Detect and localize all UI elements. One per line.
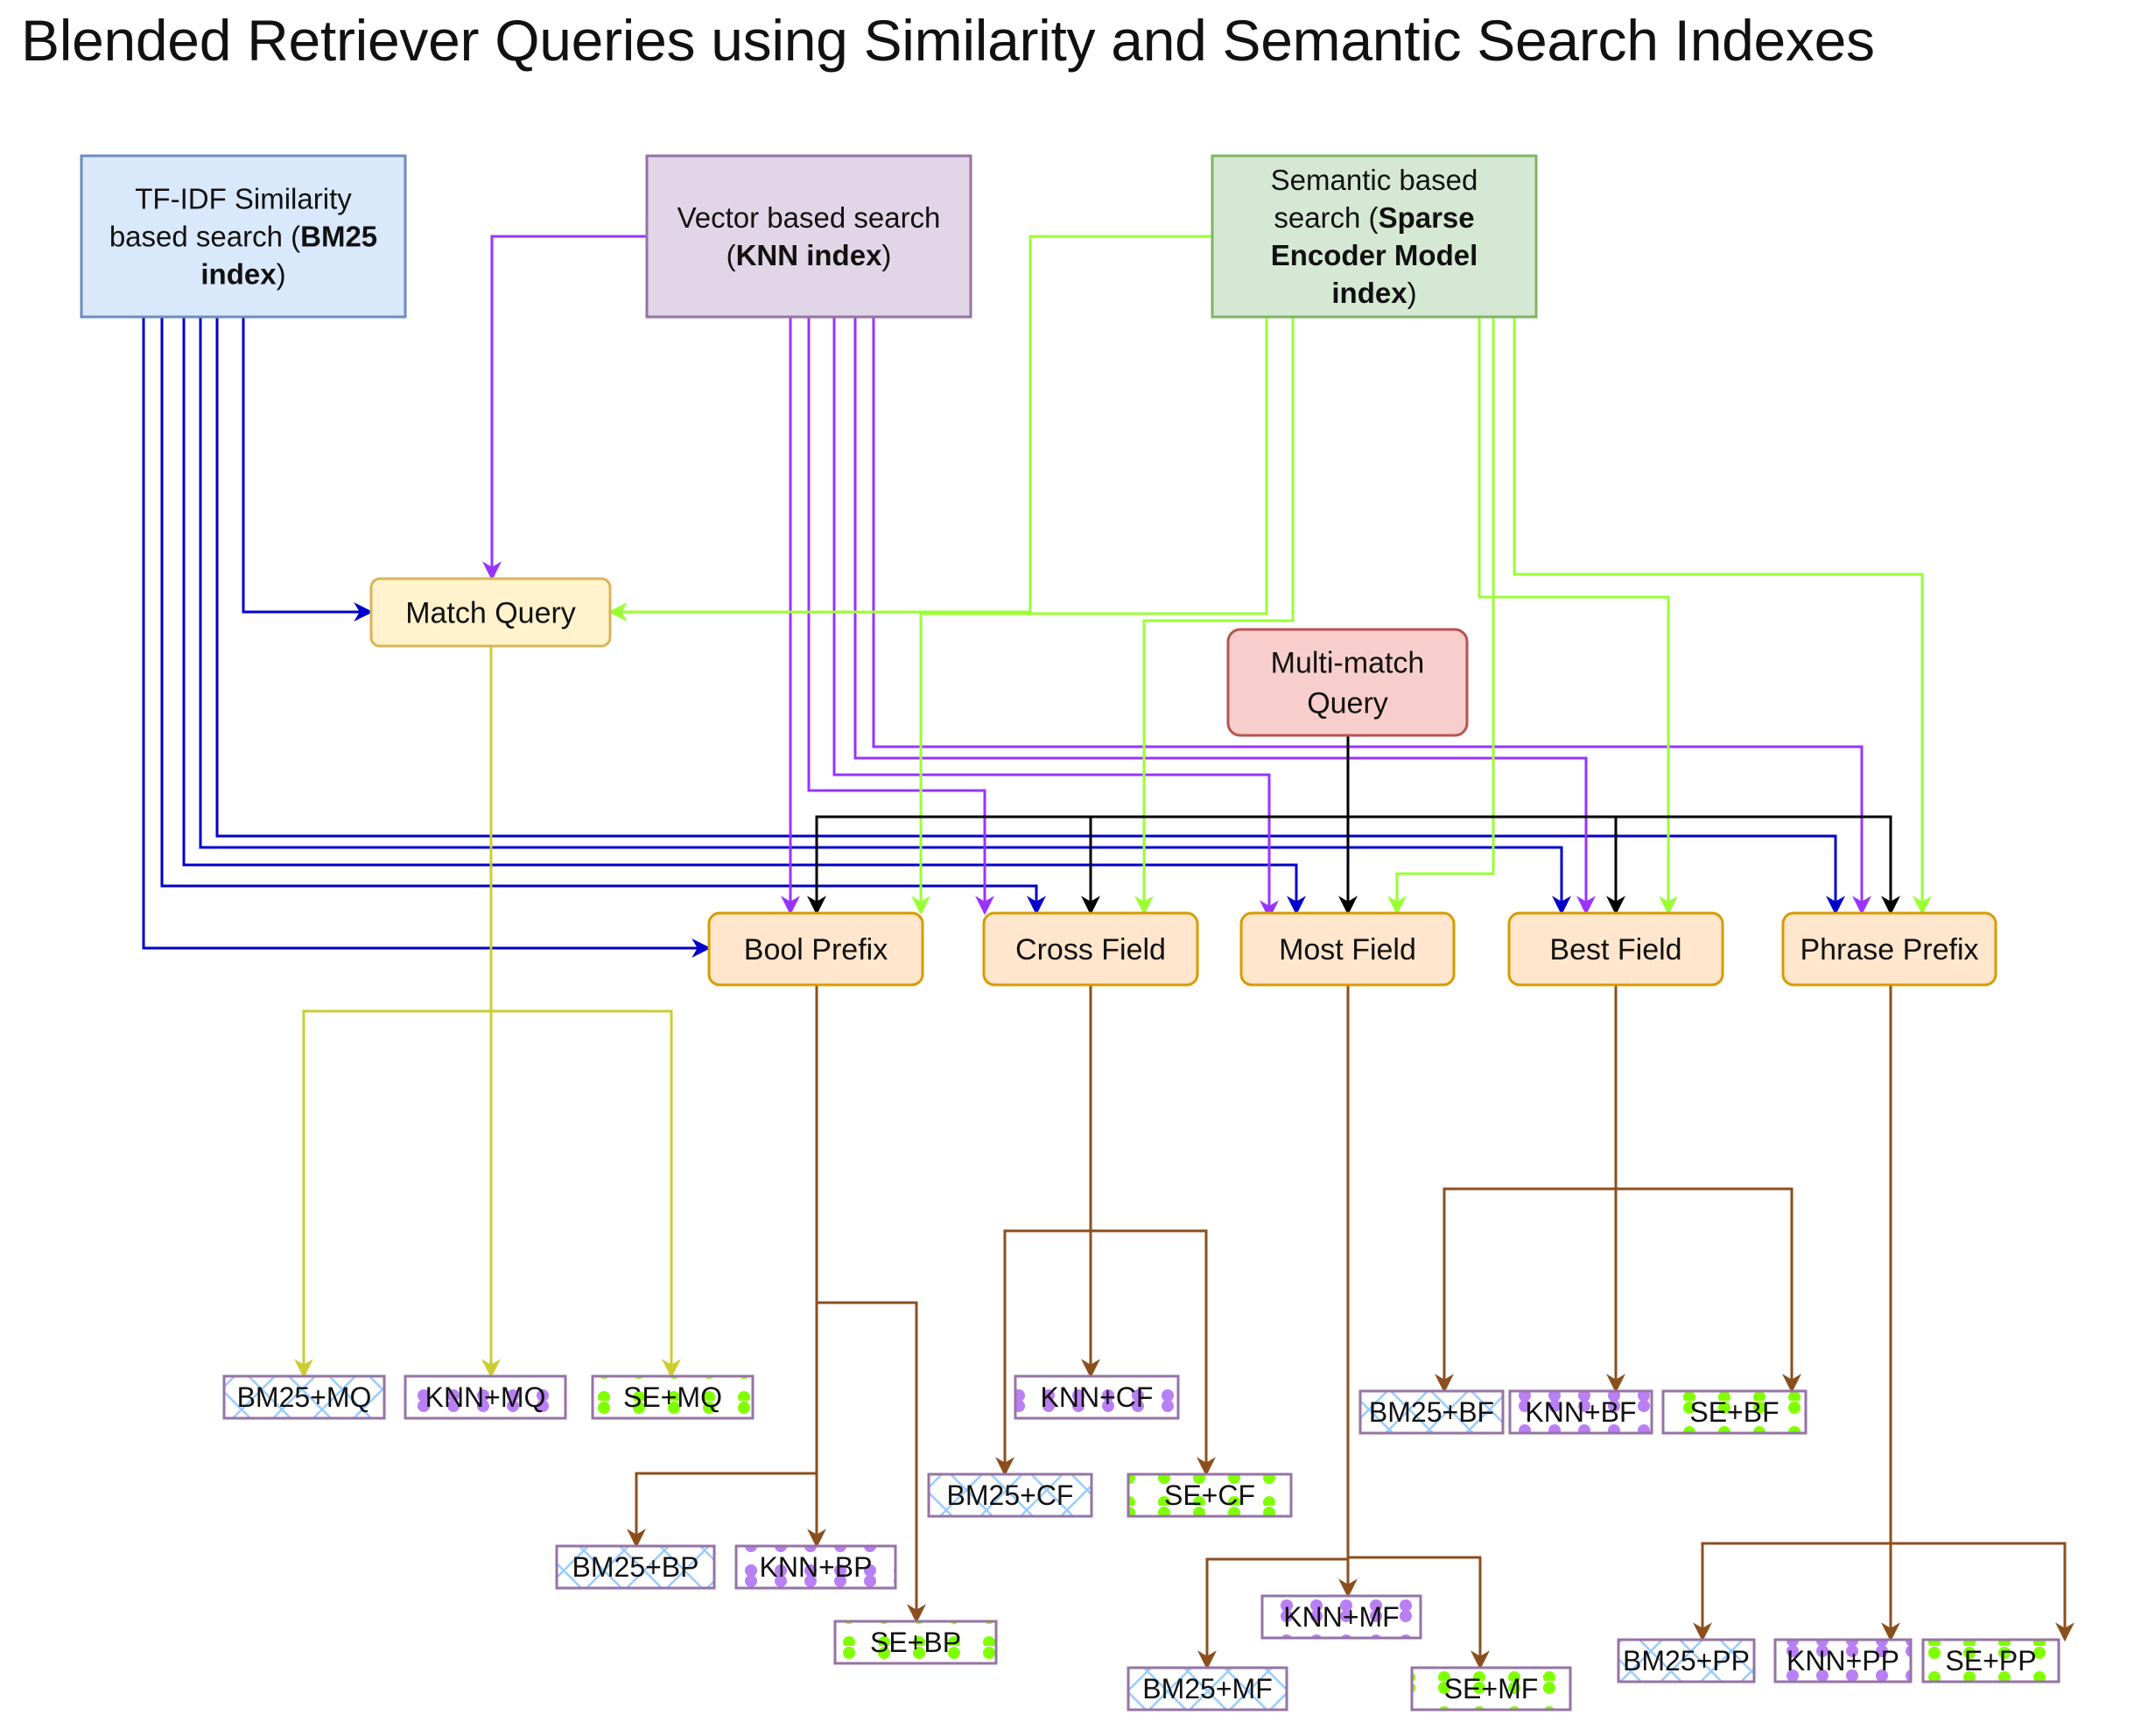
source-bm25-label-line: based search (BM25 [109,221,377,253]
diagram-canvas: TF-IDF Similarity based search (BM25 index… [80,154,2074,1711]
result-se-mf-label: SE+MF [1444,1673,1539,1704]
query-type-bp-label: Bool Prefix [744,933,888,966]
source-bm25-label-line: index) [200,258,285,291]
edge-bf-to-bm25-bf [1435,985,1618,1394]
result-bm25-bf-label: BM25+BF [1369,1396,1494,1428]
result-bm25-mq-box[interactable]: BM25+MQ [222,1374,386,1420]
edge-bp-to-se-bp [815,985,926,1624]
result-se-mq-box[interactable]: SE+MQ [591,1374,755,1420]
edge-se-to-bp [911,317,1268,916]
match-query-label: Match Query [405,597,576,630]
match-query-box[interactable]: Match Query [369,577,612,648]
result-se-mq-label: SE+MQ [623,1381,722,1413]
multi-match-query-label-line: Multi-match [1271,646,1425,679]
result-knn-cf-box[interactable]: KNN+CF [1014,1374,1180,1420]
result-bm25-mf-box[interactable]: BM25+MF [1127,1666,1288,1711]
edge-mf-to-se-mf [1346,985,1490,1670]
query-type-mf-label: Most Field [1279,933,1416,966]
source-bm25-box[interactable]: TF-IDF Similarity based search (BM25 index… [80,154,407,319]
result-knn-bf-label: KNN+BF [1525,1396,1636,1428]
query-type-bf-label: Best Field [1549,933,1681,966]
result-bm25-pp-label: BM25+PP [1623,1645,1750,1676]
result-knn-pp-box[interactable]: KNN+PP [1773,1638,1913,1683]
result-se-bp-box[interactable]: SE+BP [833,1620,998,1665]
edge-match-query-to-se-mq [489,646,681,1379]
edge-pp-to-se-pp [1889,985,2074,1642]
result-se-mf-box[interactable]: SE+MF [1410,1666,1572,1711]
multi-match-query-box[interactable]: Multi-match Query [1226,628,1469,737]
edge-bp-to-bm25-bp [627,985,818,1549]
result-bm25-bp-label: BM25+BP [572,1551,699,1583]
result-bm25-mq-label: BM25+MQ [237,1381,372,1413]
result-knn-mq-box[interactable]: KNN+MQ [404,1374,567,1420]
source-knn-box[interactable]: Vector based search (KNN index) [645,154,972,319]
result-knn-mq-label: KNN+MQ [425,1381,546,1413]
multi-match-query-label-line: Query [1307,686,1388,720]
edge-se-to-bf [1478,317,1678,916]
result-se-bp-label: SE+BP [870,1627,961,1658]
edge-multi-match-to-pp [1346,735,1900,916]
source-se-label-line: Encoder Model [1271,239,1478,271]
nodes-layer: TF-IDF Similarity based search (BM25 index… [80,154,2060,1711]
query-type-cf-box[interactable]: Cross Field [982,911,1199,987]
result-bm25-bp-box[interactable]: BM25+BP [555,1544,716,1590]
edge-multi-match-to-cf [1081,735,1350,916]
edge-bm25-to-match-query [242,317,374,622]
source-knn-label-line: Vector based search [677,201,941,234]
edge-match-query-to-bm25-mq [294,646,493,1379]
result-knn-mf-label: KNN+MF [1283,1601,1399,1633]
query-type-pp-box[interactable]: Phrase Prefix [1781,911,1997,987]
source-se-label-line: Semantic based [1271,164,1478,196]
result-knn-cf-label: KNN+CF [1041,1381,1154,1413]
result-se-pp-label: SE+PP [1945,1645,2036,1676]
edge-mf-to-bm25-mf [1197,985,1350,1670]
source-knn-box-shape [645,154,972,319]
result-knn-pp-label: KNN+PP [1786,1645,1899,1676]
result-bm25-mf-label: BM25+MF [1142,1673,1272,1704]
edge-bf-to-se-bf [1614,985,1801,1394]
edge-pp-to-bm25-pp [1693,985,1892,1642]
result-bm25-cf-label: BM25+CF [947,1479,1074,1511]
result-knn-bp-label: KNN+BP [760,1551,873,1583]
result-bm25-pp-box[interactable]: BM25+PP [1617,1638,1756,1683]
result-knn-bp-box[interactable]: KNN+BP [734,1544,897,1590]
source-se-label-line: search (Sparse [1274,201,1474,234]
query-type-pp-label: Phrase Prefix [1800,933,1978,966]
source-se-box[interactable]: Semantic based search (Sparse Encoder Mode… [1211,154,1538,319]
result-bm25-bf-box[interactable]: BM25+BF [1358,1389,1505,1435]
result-bm25-cf-box[interactable]: BM25+CF [927,1472,1093,1518]
result-se-cf-label: SE+CF [1164,1479,1255,1511]
source-knn-label-line: (KNN index) [727,239,892,271]
edge-knn-to-match-query [482,235,647,581]
query-type-bp-box[interactable]: Bool Prefix [707,911,924,987]
query-type-cf-label: Cross Field [1015,933,1166,966]
result-se-cf-box[interactable]: SE+CF [1127,1472,1293,1518]
query-type-mf-box[interactable]: Most Field [1239,911,1456,987]
result-se-bf-box[interactable]: SE+BF [1661,1389,1808,1435]
source-se-label-line: index) [1331,277,1416,309]
query-type-bf-box[interactable]: Best Field [1507,911,1724,987]
result-knn-mf-box[interactable]: KNN+MF [1260,1594,1422,1640]
result-se-pp-box[interactable]: SE+PP [1921,1638,2060,1683]
result-knn-bf-box[interactable]: KNN+BF [1508,1389,1653,1435]
source-bm25-label-line: TF-IDF Similarity [135,183,352,215]
edge-multi-match-to-bf [1346,735,1625,916]
result-se-bf-label: SE+BF [1689,1396,1779,1428]
edge-knn-to-mf [832,317,1279,920]
